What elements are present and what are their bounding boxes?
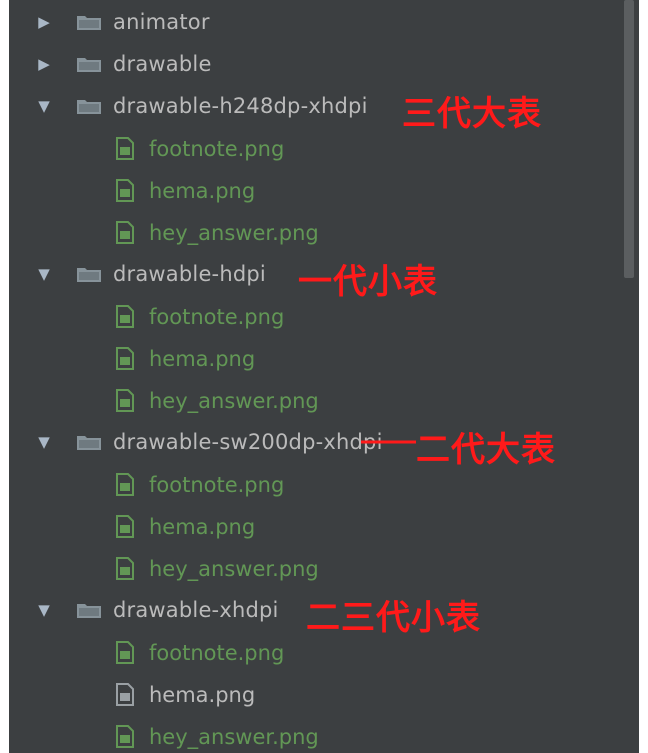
image-file-icon	[116, 683, 134, 706]
file-label: footnote.png	[149, 305, 285, 329]
tree-file-hema[interactable]: hema.png	[9, 506, 609, 548]
image-file-icon	[116, 305, 134, 328]
file-label: hema.png	[149, 179, 256, 203]
triangle-right-icon[interactable]: ▶	[36, 14, 52, 30]
file-label: hey_answer.png	[149, 389, 319, 413]
tree-file-hey-answer[interactable]: hey_answer.png	[9, 380, 609, 422]
image-file-icon	[116, 179, 134, 202]
folder-icon	[77, 100, 101, 114]
vertical-scrollbar[interactable]	[624, 0, 634, 753]
tree-file-hema[interactable]: hema.png	[9, 338, 609, 380]
file-label: hema.png	[149, 683, 256, 707]
folder-label: drawable-xhdpi	[113, 598, 279, 622]
triangle-down-icon[interactable]: ▼	[36, 434, 52, 450]
tree-folder-drawable[interactable]: ▶ drawable	[9, 43, 609, 85]
annotation-arrow-stroke	[361, 440, 416, 444]
triangle-down-icon[interactable]: ▼	[36, 266, 52, 282]
tree-file-footnote[interactable]: footnote.png	[9, 632, 609, 674]
image-file-icon	[116, 389, 134, 412]
tree-file-hey-answer[interactable]: hey_answer.png	[9, 548, 609, 590]
file-label: footnote.png	[149, 641, 285, 665]
folder-label: drawable-hdpi	[113, 262, 266, 286]
file-label: hey_answer.png	[149, 221, 319, 245]
tree-file-footnote[interactable]: footnote.png	[9, 464, 609, 506]
tree-file-hema[interactable]: hema.png	[9, 674, 609, 716]
image-file-icon	[116, 725, 134, 748]
image-file-icon	[116, 221, 134, 244]
project-tree-panel: ▶ animator ▶ drawable ▼ drawable-h248dp-…	[9, 0, 639, 753]
folder-icon	[77, 16, 101, 30]
file-label: hema.png	[149, 515, 256, 539]
image-file-icon	[116, 473, 134, 496]
scrollbar-thumb[interactable]	[624, 0, 634, 278]
folder-icon	[77, 268, 101, 282]
tree-file-footnote[interactable]: footnote.png	[9, 296, 609, 338]
triangle-right-icon[interactable]: ▶	[36, 56, 52, 72]
tree-folder-animator[interactable]: ▶ animator	[9, 1, 609, 43]
image-file-icon	[116, 515, 134, 538]
tree-file-hema[interactable]: hema.png	[9, 170, 609, 212]
image-file-icon	[116, 641, 134, 664]
image-file-icon	[116, 347, 134, 370]
file-label: footnote.png	[149, 473, 285, 497]
folder-label: drawable-sw200dp-xhdpi	[113, 430, 383, 454]
folder-label: drawable	[113, 52, 212, 76]
folder-icon	[77, 436, 101, 450]
triangle-down-icon[interactable]: ▼	[36, 602, 52, 618]
triangle-down-icon[interactable]: ▼	[36, 98, 52, 114]
folder-label: drawable-h248dp-xhdpi	[113, 94, 368, 118]
tree-file-hey-answer[interactable]: hey_answer.png	[9, 212, 609, 254]
folder-icon	[77, 604, 101, 618]
folder-icon	[77, 58, 101, 72]
file-label: footnote.png	[149, 137, 285, 161]
folder-label: animator	[113, 10, 210, 34]
file-label: hey_answer.png	[149, 557, 319, 581]
tree-file-footnote[interactable]: footnote.png	[9, 128, 609, 170]
image-file-icon	[116, 557, 134, 580]
file-label: hey_answer.png	[149, 725, 319, 749]
tree-file-hey-answer[interactable]: hey_answer.png	[9, 716, 609, 753]
file-label: hema.png	[149, 347, 256, 371]
image-file-icon	[116, 137, 134, 160]
